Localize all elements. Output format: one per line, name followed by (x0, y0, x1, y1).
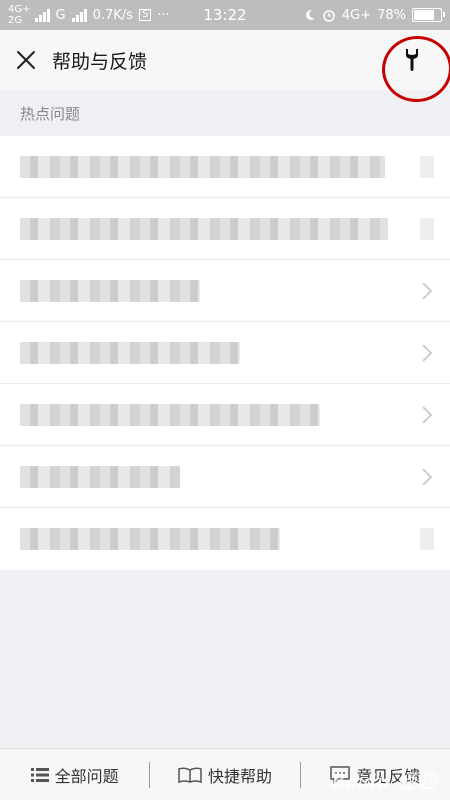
blurred-question-text (20, 341, 240, 364)
tab-all-questions[interactable]: 全部问题 (0, 749, 149, 800)
signal-icon-2 (71, 8, 87, 22)
tab-quick-help[interactable]: 快捷帮助 (150, 749, 299, 800)
net-speed: 0.7K/s (92, 7, 133, 23)
battery-icon (412, 8, 445, 22)
blurred-question-text (20, 155, 385, 178)
chevron-right-icon (422, 282, 432, 300)
more-notifications-icon: ··· (157, 7, 170, 23)
blurred-question-text (20, 528, 280, 550)
network-bottom-label: 2G (8, 15, 23, 26)
blurred-question-text (20, 465, 180, 488)
hot-questions-list (0, 136, 450, 570)
list-item[interactable] (0, 508, 450, 570)
bottom-tab-bar: 全部问题 快捷帮助 意见反馈 (0, 748, 450, 800)
tools-button[interactable] (388, 40, 436, 80)
blurred-question-text (20, 403, 320, 426)
close-button[interactable] (0, 30, 52, 90)
book-icon (178, 766, 202, 783)
blurred-chevron (420, 156, 434, 178)
section-label: 热点问题 (20, 104, 81, 123)
header: 帮助与反馈 (0, 30, 450, 90)
network-right-label: 4G+ (341, 7, 372, 23)
blurred-question-text (20, 279, 200, 302)
tab-label: 意见反馈 (356, 766, 421, 786)
tab-feedback[interactable]: 意见反馈 (301, 749, 450, 800)
blurred-chevron (420, 218, 434, 240)
tab-label: 全部问题 (54, 766, 119, 786)
page-title: 帮助与反馈 (52, 50, 148, 73)
message-icon (330, 765, 351, 784)
blurred-question-text (20, 217, 388, 240)
chevron-right-icon (422, 344, 432, 362)
battery-percent: 78% (377, 7, 406, 23)
close-icon (17, 51, 35, 69)
sim-icon: S (138, 9, 152, 21)
moon-icon (305, 9, 315, 20)
signal-icon (34, 8, 50, 22)
alarm-icon (323, 10, 335, 22)
tab-label: 快捷帮助 (207, 766, 272, 786)
list-icon (30, 767, 49, 782)
wrench-icon (406, 49, 418, 71)
network-top-label: 4G+ (8, 4, 31, 15)
list-item[interactable] (0, 198, 450, 260)
list-item[interactable] (0, 384, 450, 446)
list-item[interactable] (0, 136, 450, 198)
list-item[interactable] (0, 260, 450, 322)
list-item[interactable] (0, 322, 450, 384)
chevron-right-icon (422, 406, 432, 424)
blurred-chevron (420, 528, 434, 550)
carrier-label: G (55, 7, 66, 23)
chevron-right-icon (422, 468, 432, 486)
network-indicator: 4G+ 2G (8, 4, 31, 26)
list-item[interactable] (0, 446, 450, 508)
status-bar: 4G+ 2G G 0.7K/s S ··· 13:22 4G+ 78% (0, 0, 450, 30)
